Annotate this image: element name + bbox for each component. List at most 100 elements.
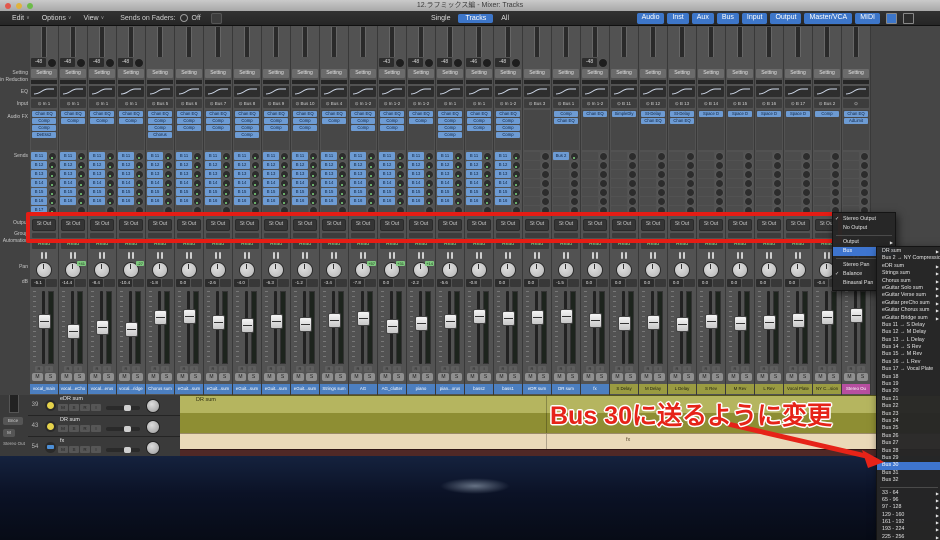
send-bus-label[interactable]: B 13 <box>408 170 424 178</box>
send-slot[interactable] <box>640 161 666 169</box>
fader-cap[interactable] <box>38 314 51 329</box>
input-monitor-button[interactable]: I <box>799 366 807 372</box>
group-slot[interactable] <box>699 233 723 238</box>
eq-thumbnail[interactable] <box>408 86 434 97</box>
output-slot[interactable]: St Out <box>148 219 172 231</box>
send-slot-empty[interactable] <box>582 188 598 196</box>
send-level-knob[interactable] <box>628 188 637 197</box>
send-level-knob[interactable] <box>48 170 57 179</box>
send-level-knob[interactable] <box>164 206 173 215</box>
send-slot[interactable]: B 14 <box>292 179 318 187</box>
send-slot[interactable] <box>843 179 869 187</box>
send-slot[interactable] <box>785 179 811 187</box>
track-name[interactable]: bass1 <box>494 384 522 394</box>
send-bus-label[interactable]: B 13 <box>118 170 134 178</box>
send-slot[interactable] <box>756 152 782 160</box>
automation-mode-button[interactable]: Read <box>351 240 375 249</box>
mute-button[interactable]: M <box>641 373 652 381</box>
send-slot[interactable] <box>437 206 463 214</box>
send-slot[interactable]: B 12 <box>321 161 347 169</box>
send-slot[interactable] <box>553 179 579 187</box>
send-slot[interactable]: B 12 <box>60 161 86 169</box>
solo-button[interactable]: S <box>190 373 201 381</box>
send-level-knob[interactable] <box>715 188 724 197</box>
group-slot[interactable] <box>757 233 781 238</box>
send-level-knob[interactable] <box>280 170 289 179</box>
mute-button[interactable]: M <box>728 373 739 381</box>
send-level-knob[interactable] <box>657 170 666 179</box>
send-level-knob[interactable] <box>686 188 695 197</box>
send-slot[interactable] <box>698 197 724 205</box>
send-slot[interactable]: B 16 <box>495 197 521 205</box>
send-slot[interactable] <box>611 206 637 214</box>
output-slot[interactable]: St Out <box>554 219 578 231</box>
solo-button[interactable]: S <box>103 373 114 381</box>
send-slot-empty[interactable] <box>756 188 772 196</box>
send-slot[interactable]: B 12 <box>147 161 173 169</box>
setting-button[interactable]: Setting <box>147 69 173 78</box>
send-level-knob[interactable] <box>686 152 695 161</box>
eq-thumbnail[interactable] <box>698 86 724 97</box>
send-slot-empty[interactable] <box>147 206 163 214</box>
send-level-knob[interactable] <box>280 179 289 188</box>
send-slot-empty[interactable] <box>611 170 627 178</box>
send-slot[interactable]: B 14 <box>437 179 463 187</box>
automation-mode-button[interactable]: Read <box>670 240 694 249</box>
send-level-knob[interactable] <box>367 170 376 179</box>
fx-plugin-slot[interactable]: Comp <box>467 125 491 131</box>
send-slot[interactable] <box>727 188 753 196</box>
send-level-knob[interactable] <box>483 206 492 215</box>
automation-mode-button[interactable]: Read <box>264 240 288 249</box>
send-bus-label[interactable]: B 11 <box>292 152 308 160</box>
send-bus-label[interactable]: B 14 <box>263 179 279 187</box>
automation-mode-button[interactable]: Read <box>293 240 317 249</box>
fx-plugin-slot[interactable]: Chan EQ <box>264 111 288 117</box>
mute-button[interactable]: M <box>612 373 623 381</box>
fx-plugin-slot[interactable]: Chan EQ <box>32 111 56 117</box>
fx-plugin-slot[interactable]: Chan EQ <box>409 111 433 117</box>
fader-cap[interactable] <box>241 318 254 333</box>
send-level-knob[interactable] <box>48 197 57 206</box>
send-level-knob[interactable] <box>454 152 463 161</box>
eq-thumbnail[interactable] <box>60 86 86 97</box>
output-slot[interactable]: St Out <box>409 219 433 231</box>
send-level-knob[interactable] <box>686 170 695 179</box>
bus-item-bus-18[interactable]: Bus 18 <box>877 374 940 381</box>
send-slot[interactable]: B 16 <box>408 197 434 205</box>
pan-knob[interactable] <box>761 262 777 278</box>
send-slot[interactable] <box>843 152 869 160</box>
eq-thumbnail[interactable] <box>843 86 869 97</box>
send-slot[interactable]: B 13 <box>118 170 144 178</box>
send-slot[interactable]: B 16 <box>263 197 289 205</box>
send-bus-label[interactable]: B 12 <box>495 161 511 169</box>
pan-knob[interactable] <box>239 262 255 278</box>
send-bus-label[interactable]: B 14 <box>466 179 482 187</box>
pan-knob[interactable] <box>181 262 197 278</box>
send-level-knob[interactable] <box>570 161 579 170</box>
send-level-knob[interactable] <box>367 197 376 206</box>
fx-plugin-slot[interactable]: Comp <box>206 125 230 131</box>
send-level-knob[interactable] <box>338 161 347 170</box>
fader-cap[interactable] <box>415 316 428 331</box>
send-level-knob[interactable] <box>425 197 434 206</box>
send-level-knob[interactable] <box>657 161 666 170</box>
fx-plugin-slot[interactable]: Chan EQ <box>148 111 172 117</box>
input-slot[interactable]: ⊙ In 1 <box>118 99 144 108</box>
tab-all[interactable]: All <box>494 14 516 23</box>
send-level-knob[interactable] <box>860 188 869 197</box>
send-level-knob[interactable] <box>396 188 405 197</box>
send-slot-empty[interactable] <box>640 179 656 187</box>
solo-button[interactable]: S <box>857 373 868 381</box>
send-level-knob[interactable] <box>193 152 202 161</box>
send-level-knob[interactable] <box>425 179 434 188</box>
send-level-knob[interactable] <box>164 170 173 179</box>
gain-knob-icon[interactable] <box>598 58 608 68</box>
send-slot[interactable]: B 11 <box>118 152 144 160</box>
send-bus-label[interactable]: B 16 <box>379 197 395 205</box>
pan-knob[interactable] <box>529 262 545 278</box>
record-enable-button[interactable]: R <box>702 366 710 372</box>
send-level-knob[interactable] <box>744 197 753 206</box>
send-slot[interactable] <box>118 206 144 214</box>
send-slot-empty[interactable] <box>89 206 105 214</box>
send-bus-label[interactable]: B 15 <box>495 188 511 196</box>
